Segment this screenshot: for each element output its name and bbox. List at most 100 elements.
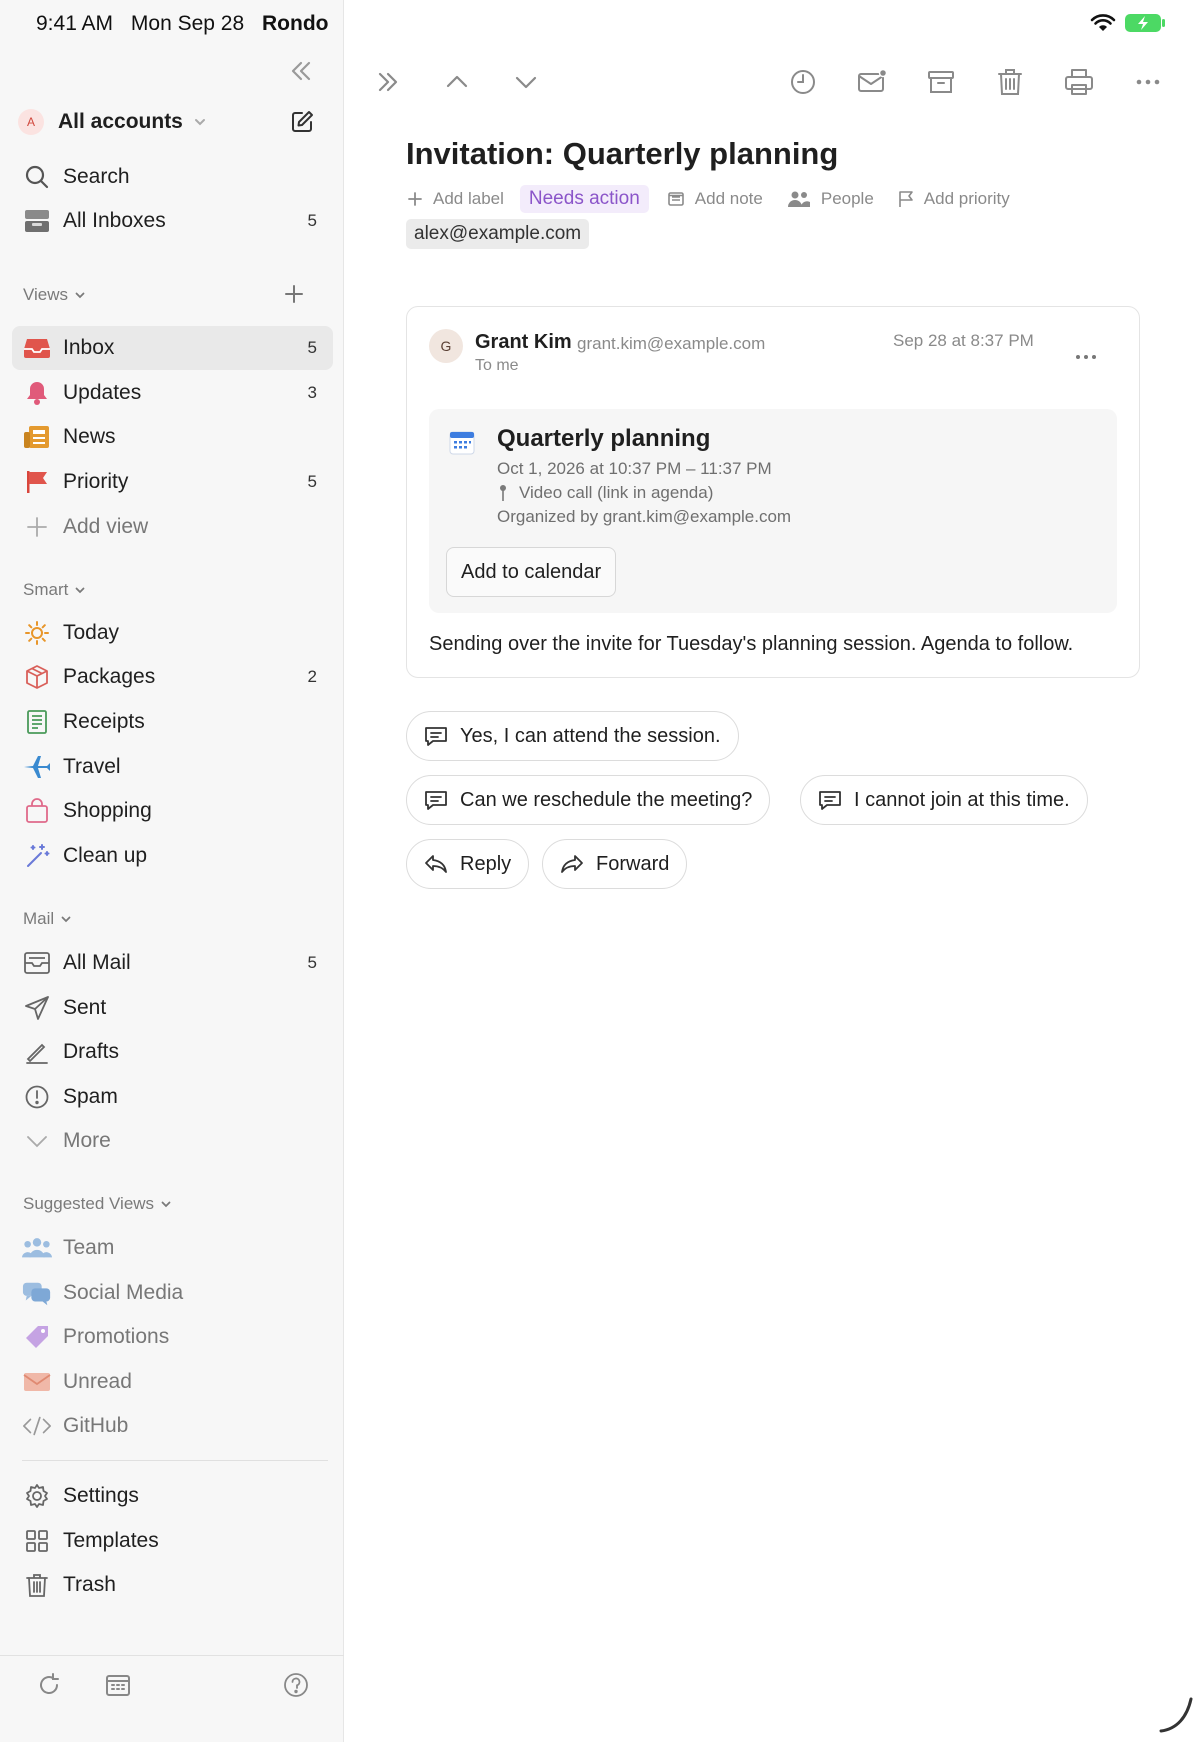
- expand-sidebar-icon[interactable]: [372, 66, 404, 98]
- people-text: People: [820, 189, 874, 208]
- previous-message-icon[interactable]: [441, 66, 473, 98]
- people-button[interactable]: People: [787, 189, 874, 209]
- chevron-down-icon: [22, 1126, 52, 1156]
- calendar-icon[interactable]: [103, 1670, 133, 1700]
- reply-text: Reply: [460, 852, 512, 875]
- quick-reply-button[interactable]: I cannot join at this time.: [800, 775, 1088, 825]
- status-time: 9:41 AM: [36, 12, 114, 35]
- section-header-label: Mail: [23, 909, 55, 928]
- battery-charging-icon: [1125, 14, 1165, 32]
- next-message-icon[interactable]: [510, 66, 542, 98]
- trash-icon[interactable]: [994, 66, 1026, 98]
- sidebar-item-all-inboxes[interactable]: All Inboxes 5: [12, 199, 333, 243]
- code-icon: [22, 1411, 52, 1441]
- sidebar-item-count: 5: [307, 953, 317, 972]
- reply-button[interactable]: Reply: [406, 839, 530, 889]
- sidebar-item-label: Drafts: [63, 1040, 120, 1063]
- sidebar-item-travel[interactable]: Travel: [12, 745, 333, 789]
- sender-name[interactable]: Grant Kim: [475, 331, 572, 354]
- status-badge[interactable]: Needs action: [519, 185, 649, 213]
- sidebar-item-label: Team: [63, 1236, 115, 1259]
- forward-button[interactable]: Forward: [542, 839, 688, 889]
- sidebar-footer-divider: [0, 1655, 344, 1656]
- help-icon[interactable]: [281, 1670, 311, 1700]
- section-header-suggested-views[interactable]: Suggested Views: [23, 1194, 172, 1214]
- alert-circle-icon: [22, 1082, 52, 1112]
- sidebar-item-sent[interactable]: Sent: [12, 986, 333, 1030]
- section-header-mail[interactable]: Mail: [23, 909, 72, 929]
- mark-unread-icon[interactable]: [856, 66, 888, 98]
- sidebar-item-github[interactable]: GitHub: [12, 1404, 333, 1448]
- people-icon: [787, 191, 810, 207]
- note-icon: [667, 192, 684, 206]
- sidebar-item-settings[interactable]: Settings: [12, 1474, 333, 1518]
- sidebar-item-all-mail[interactable]: All Mail 5: [12, 941, 333, 985]
- chevron-down-icon: [61, 916, 71, 923]
- status-bar-right: [1090, 12, 1166, 34]
- sidebar-item-drafts[interactable]: Drafts: [12, 1030, 333, 1074]
- sidebar-item-today[interactable]: Today: [12, 611, 333, 655]
- account-label: All accounts: [58, 110, 183, 133]
- compose-icon[interactable]: [288, 108, 316, 136]
- sidebar-item-trash[interactable]: Trash: [12, 1563, 333, 1607]
- sidebar-item-priority[interactable]: Priority 5: [12, 460, 333, 504]
- sidebar-item-unread[interactable]: Unread: [12, 1360, 333, 1404]
- sidebar-item-label: Clean up: [63, 844, 148, 867]
- sidebar-item-clean-up[interactable]: Clean up: [12, 834, 333, 878]
- message-more-icon[interactable]: [1073, 349, 1099, 365]
- sidebar-item-search[interactable]: Search: [12, 155, 333, 199]
- sidebar-item-packages[interactable]: Packages 2: [12, 655, 333, 699]
- recipient-chip[interactable]: alex@example.com: [406, 219, 590, 249]
- calendar-invite: Quarterly planning Oct 1, 2026 at 10:37 …: [429, 409, 1117, 613]
- sidebar-item-label: Sent: [63, 996, 107, 1019]
- sidebar-item-social-media[interactable]: Social Media: [12, 1271, 333, 1315]
- quick-reply-button[interactable]: Can we reschedule the meeting?: [406, 775, 771, 825]
- sidebar-item-templates[interactable]: Templates: [12, 1519, 333, 1563]
- sidebar-item-inbox[interactable]: Inbox 5: [12, 326, 333, 370]
- quick-reply-text: Yes, I can attend the session.: [460, 724, 721, 747]
- sidebar-item-label: Unread: [63, 1370, 132, 1393]
- sender-email[interactable]: grant.kim@example.com: [577, 334, 765, 354]
- sidebar-item-receipts[interactable]: Receipts: [12, 700, 333, 744]
- sidebar-item-count: 2: [307, 667, 317, 686]
- flag-icon: [22, 467, 52, 497]
- grid-icon: [22, 1526, 52, 1556]
- sidebar-item-label: Receipts: [63, 710, 145, 733]
- sidebar-item-label: Search: [63, 165, 130, 188]
- print-icon[interactable]: [1063, 66, 1095, 98]
- snooze-clock-icon[interactable]: [787, 66, 819, 98]
- quick-reply-button[interactable]: Yes, I can attend the session.: [406, 711, 739, 761]
- sidebar-item-label: Travel: [63, 755, 121, 778]
- sidebar-item-news[interactable]: News: [12, 415, 333, 459]
- sidebar-item-promotions[interactable]: Promotions: [12, 1315, 333, 1359]
- sidebar-item-label: Trash: [63, 1573, 116, 1596]
- add-to-calendar-button[interactable]: Add to calendar: [446, 547, 617, 597]
- archive-tray-icon: [22, 948, 52, 978]
- collapse-sidebar-icon[interactable]: [286, 56, 316, 86]
- add-priority-button[interactable]: Add priority: [898, 189, 1010, 209]
- paper-plane-icon: [22, 993, 52, 1023]
- add-priority-text: Add priority: [923, 189, 1010, 208]
- sidebar-item-shopping[interactable]: Shopping: [12, 789, 333, 833]
- sidebar-item-team[interactable]: Team: [12, 1226, 333, 1270]
- email-subject: Invitation: Quarterly planning: [406, 136, 839, 171]
- archive-icon[interactable]: [925, 66, 957, 98]
- more-options-icon[interactable]: [1132, 66, 1164, 98]
- add-label-button[interactable]: Add label: [407, 189, 504, 209]
- section-header-views[interactable]: Views: [23, 285, 86, 305]
- add-view-plus-icon[interactable]: [282, 282, 306, 306]
- window-resize-handle-icon[interactable]: [1157, 1695, 1195, 1735]
- sidebar-item-label: All Mail: [63, 951, 131, 974]
- section-header-smart[interactable]: Smart: [23, 580, 86, 600]
- sidebar-item-updates[interactable]: Updates 3: [12, 371, 333, 415]
- sidebar-item-more[interactable]: More: [12, 1119, 333, 1163]
- pencil-icon: [22, 1037, 52, 1067]
- refresh-icon[interactable]: [34, 1670, 64, 1700]
- sidebar-item-add-view[interactable]: Add view: [12, 505, 333, 549]
- sender-avatar[interactable]: G: [429, 329, 463, 363]
- tag-icon: [22, 1322, 52, 1352]
- sidebar-item-label: All Inboxes: [63, 209, 166, 232]
- add-note-button[interactable]: Add note: [667, 189, 763, 209]
- sidebar-item-spam[interactable]: Spam: [12, 1075, 333, 1119]
- account-switcher[interactable]: A All accounts: [18, 104, 318, 140]
